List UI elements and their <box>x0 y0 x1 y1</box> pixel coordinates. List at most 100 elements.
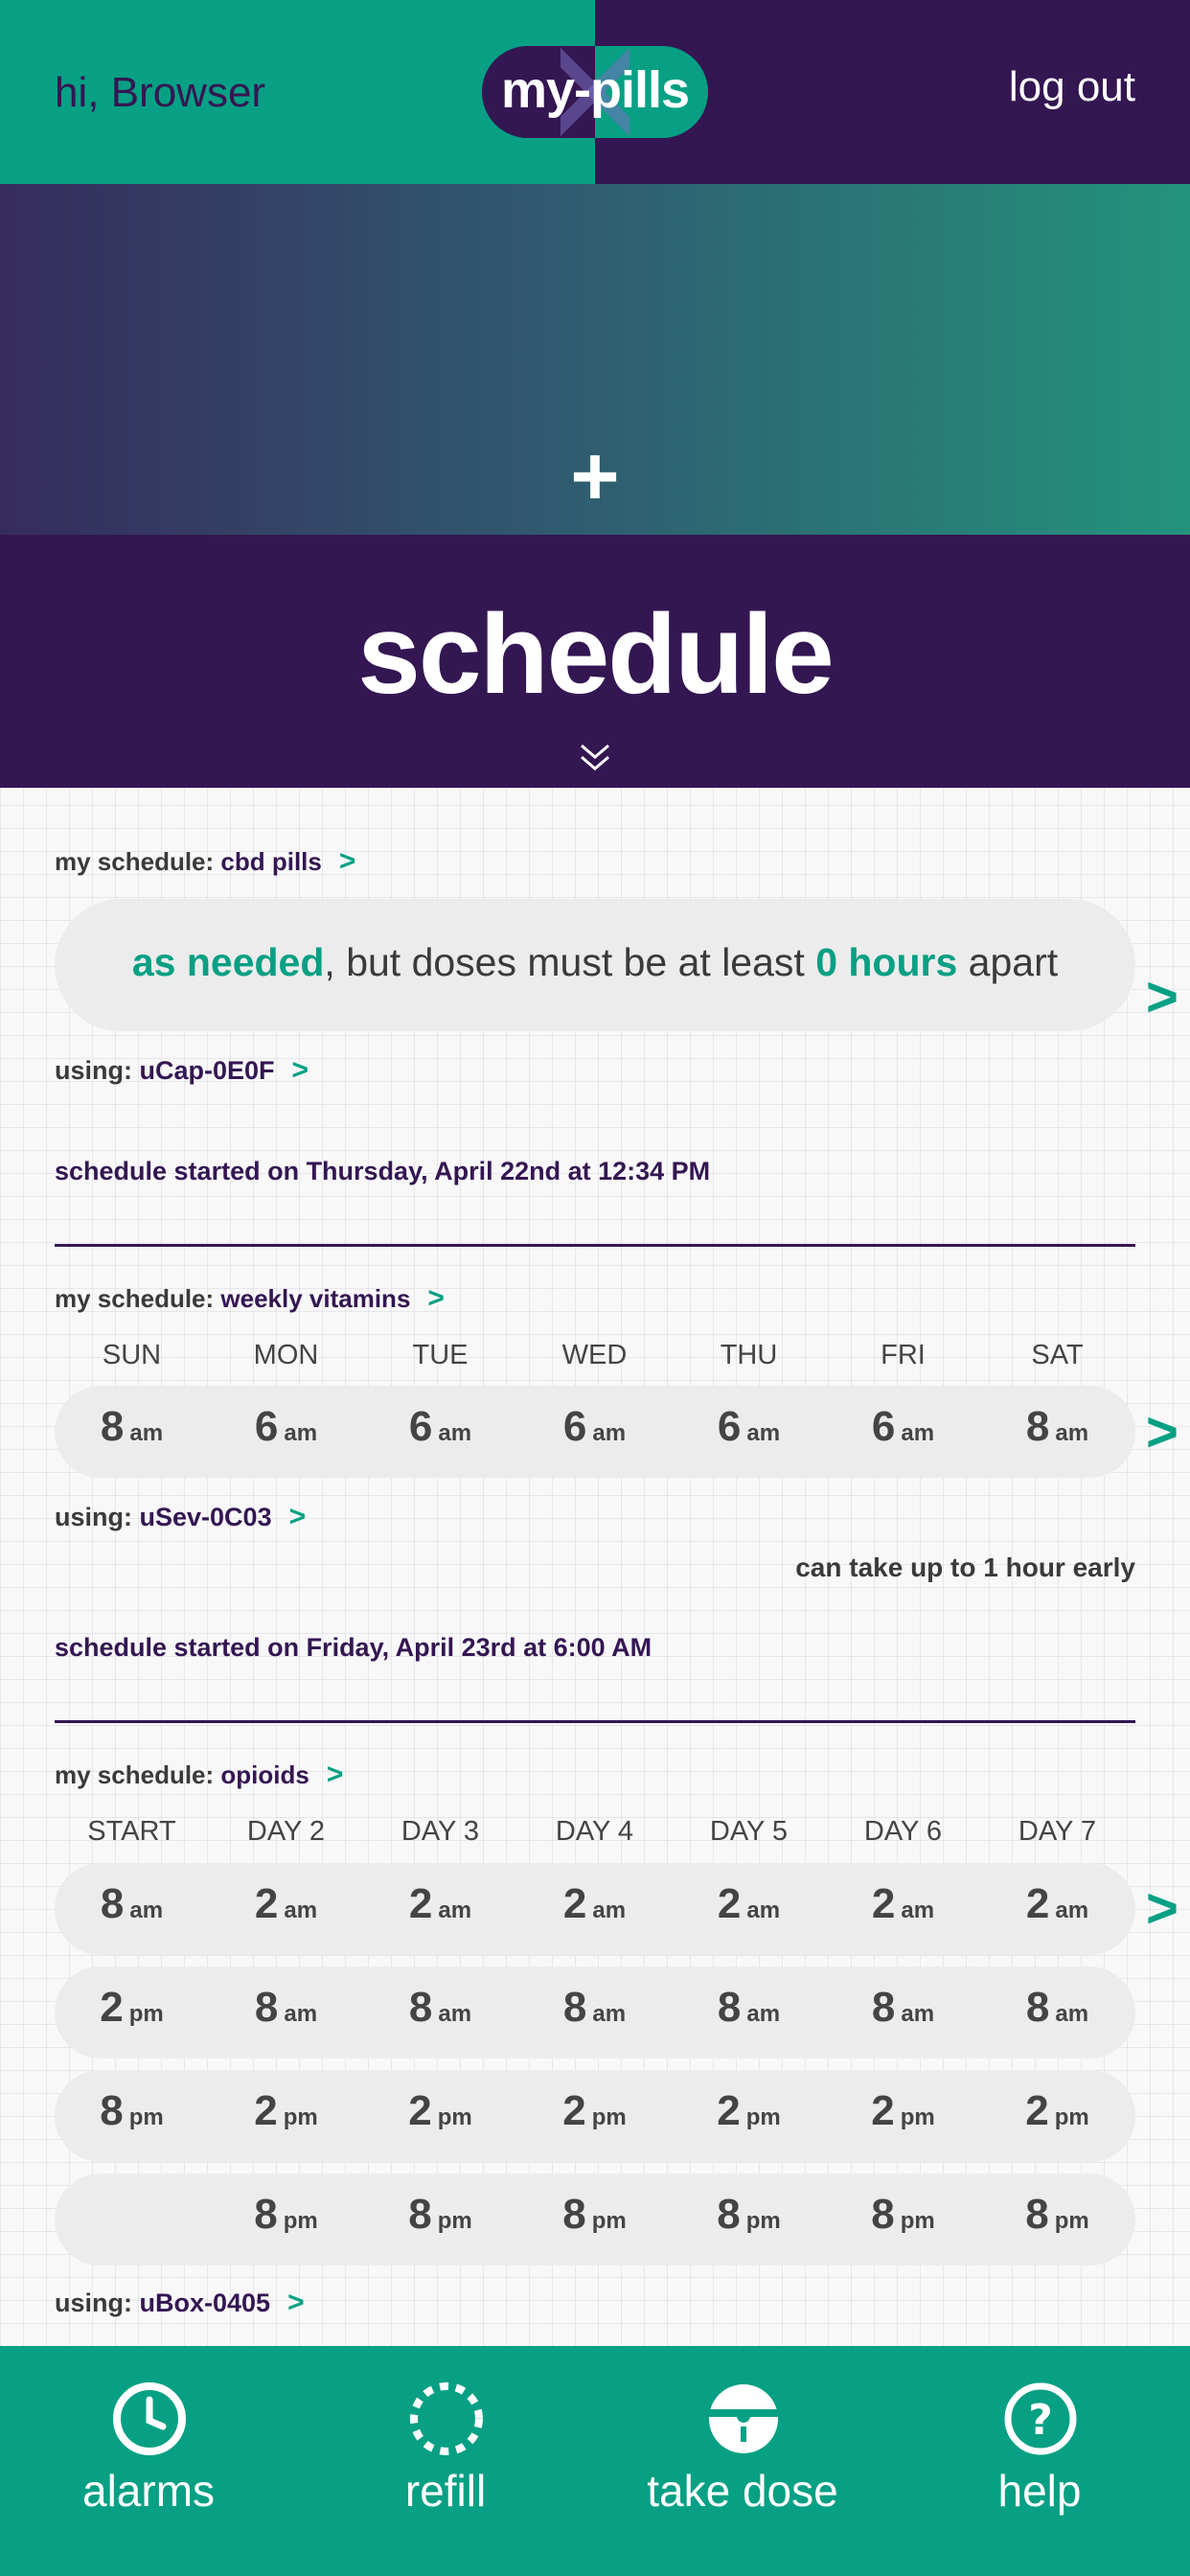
nav-refill[interactable]: refill <box>297 2346 594 2576</box>
day-header: DAY 6 <box>863 1816 943 1847</box>
dose-meridiem: pm <box>437 2104 472 2130</box>
dose-meridiem: pm <box>283 2104 318 2130</box>
dose-meridiem: am <box>746 2001 781 2027</box>
day-header: DAY 4 <box>555 1816 634 1847</box>
day-header: DAY 7 <box>1018 1816 1097 1847</box>
schedule-name: weekly vitamins <box>220 1284 411 1313</box>
schedule-start-text: schedule started on Thursday, April 22nd… <box>55 1157 711 1185</box>
dose-meridiem: am <box>284 1420 318 1446</box>
dose-time-cell: 6 am <box>363 1403 517 1451</box>
dose-time-cell: 2 am <box>209 1880 363 1928</box>
schedule-name: opioids <box>220 1760 309 1789</box>
next-arrow-icon[interactable]: > <box>1146 965 1179 1029</box>
schedule-arrow-icon: > <box>338 845 356 877</box>
dose-meridiem: pm <box>745 2208 781 2234</box>
day-header: MON <box>253 1340 319 1370</box>
day-header: FRI <box>881 1340 926 1370</box>
as-needed-hours: 0 hours <box>815 940 958 984</box>
dose-hour: 8 <box>254 2191 278 2238</box>
dose-time-cell: 8 am <box>55 1403 209 1451</box>
dose-meridiem: pm <box>900 2208 935 2234</box>
dose-meridiem: am <box>1055 1420 1089 1446</box>
dose-hour: 8 <box>562 2191 586 2238</box>
dose-meridiem: am <box>901 1898 935 1923</box>
dose-time-cell: 8 pm <box>55 2087 209 2135</box>
dose-time-cell: 8 am <box>672 1984 826 2032</box>
dose-meridiem: am <box>592 1420 627 1446</box>
schedule-label-prefix: my schedule: <box>55 847 215 876</box>
nav-alarms[interactable]: alarms <box>0 2346 297 2576</box>
dose-hour: 6 <box>408 1403 433 1450</box>
dose-hour: 6 <box>254 1403 279 1450</box>
nav-take-dose[interactable]: take dose <box>594 2346 891 2576</box>
next-arrow-icon[interactable]: > <box>1146 1876 1179 1941</box>
greeting-text: hi, Browser <box>55 69 266 116</box>
dose-hour: 8 <box>717 1984 742 2031</box>
dose-meridiem: pm <box>283 2208 318 2234</box>
dose-time-cell: 6 am <box>826 1403 980 1451</box>
schedule-label[interactable]: my schedule: weekly vitamins > <box>55 1282 445 1315</box>
dose-time-cell: 8 am <box>363 1984 517 2032</box>
app-logo[interactable]: my-pills <box>482 46 708 138</box>
device-name: uBox-0405 <box>139 2288 271 2317</box>
dose-time-cell: 8 am <box>826 1984 980 2032</box>
dose-hour: 6 <box>871 1403 896 1450</box>
dose-time-cell: 2 pm <box>363 2087 517 2135</box>
logout-link[interactable]: log out <box>1009 63 1135 111</box>
dose-time-cell: 2 pm <box>517 2087 672 2135</box>
day-header: DAY 3 <box>400 1816 480 1847</box>
schedule-label[interactable]: my schedule: opioids > <box>55 1759 343 1791</box>
day-header: START <box>87 1816 176 1847</box>
device-label[interactable]: using: uBox-0405 > <box>55 2287 305 2319</box>
dose-meridiem: am <box>746 1420 781 1446</box>
dose-hour: 2 <box>871 1880 896 1927</box>
device-label[interactable]: using: uSev-0C03 > <box>55 1501 306 1533</box>
as-needed-middle: , but doses must be at least <box>324 940 816 984</box>
dose-meridiem: pm <box>1054 2208 1089 2234</box>
device-label-prefix: using: <box>55 1056 132 1085</box>
dose-time-cell: 2 am <box>826 1880 980 1928</box>
dose-meridiem: pm <box>591 2208 627 2234</box>
schedule-label-prefix: my schedule: <box>55 1760 215 1789</box>
dose-hour: 8 <box>1025 1984 1050 2031</box>
dose-hour: 8 <box>408 1984 433 2031</box>
dose-time-cell: 8 am <box>980 1984 1134 2032</box>
schedule-label[interactable]: my schedule: cbd pills > <box>55 845 355 878</box>
device-label[interactable]: using: uCap-0E0F > <box>55 1054 309 1087</box>
dose-time-cell: 8 pm <box>980 2191 1134 2239</box>
device-arrow-icon: > <box>291 1054 309 1086</box>
dose-meridiem: am <box>438 1898 472 1923</box>
add-schedule-button[interactable]: + <box>557 434 633 518</box>
clock-icon <box>113 2382 186 2455</box>
dose-time-cell: 2 pm <box>672 2087 826 2135</box>
schedule-start-text: schedule started on Friday, April 23rd a… <box>55 1633 652 1662</box>
divider <box>55 1244 1135 1247</box>
day-header: SAT <box>1031 1340 1084 1370</box>
dose-hour: 2 <box>1025 1880 1050 1927</box>
dose-hour: 8 <box>254 1984 279 2031</box>
dose-meridiem: pm <box>437 2208 472 2234</box>
dose-meridiem: am <box>284 1898 318 1923</box>
schedule-name: cbd pills <box>220 847 322 876</box>
dose-meridiem: pm <box>745 2104 781 2130</box>
device-arrow-icon: > <box>287 2287 305 2318</box>
dose-time-cell: 8 pm <box>363 2191 517 2239</box>
double-chevron-down-icon[interactable] <box>576 738 614 776</box>
nav-help[interactable]: ? help <box>891 2346 1188 2576</box>
dashed-circle-icon <box>410 2382 483 2455</box>
dose-hour: 8 <box>100 1403 125 1450</box>
dose-time-cell: 2 am <box>517 1880 672 1928</box>
dose-time-cell: 2 am <box>363 1880 517 1928</box>
dose-time-cell: 2 pm <box>826 2087 980 2135</box>
dose-hour: 6 <box>562 1403 587 1450</box>
dose-hour: 8 <box>562 1984 587 2031</box>
dose-meridiem: pm <box>591 2104 627 2130</box>
dose-meridiem: am <box>1055 1898 1089 1923</box>
dose-time-cell: 8 am <box>55 1880 209 1928</box>
next-arrow-icon[interactable]: > <box>1146 1400 1179 1464</box>
as-needed-pill: as needed, but doses must be at least 0 … <box>55 899 1135 1031</box>
dose-time-cell: 2 am <box>980 1880 1134 1928</box>
dose-time-cell: 2 pm <box>55 1984 209 2032</box>
dose-time-cell: 8 am <box>517 1984 672 2032</box>
device-label-prefix: using: <box>55 2288 132 2317</box>
